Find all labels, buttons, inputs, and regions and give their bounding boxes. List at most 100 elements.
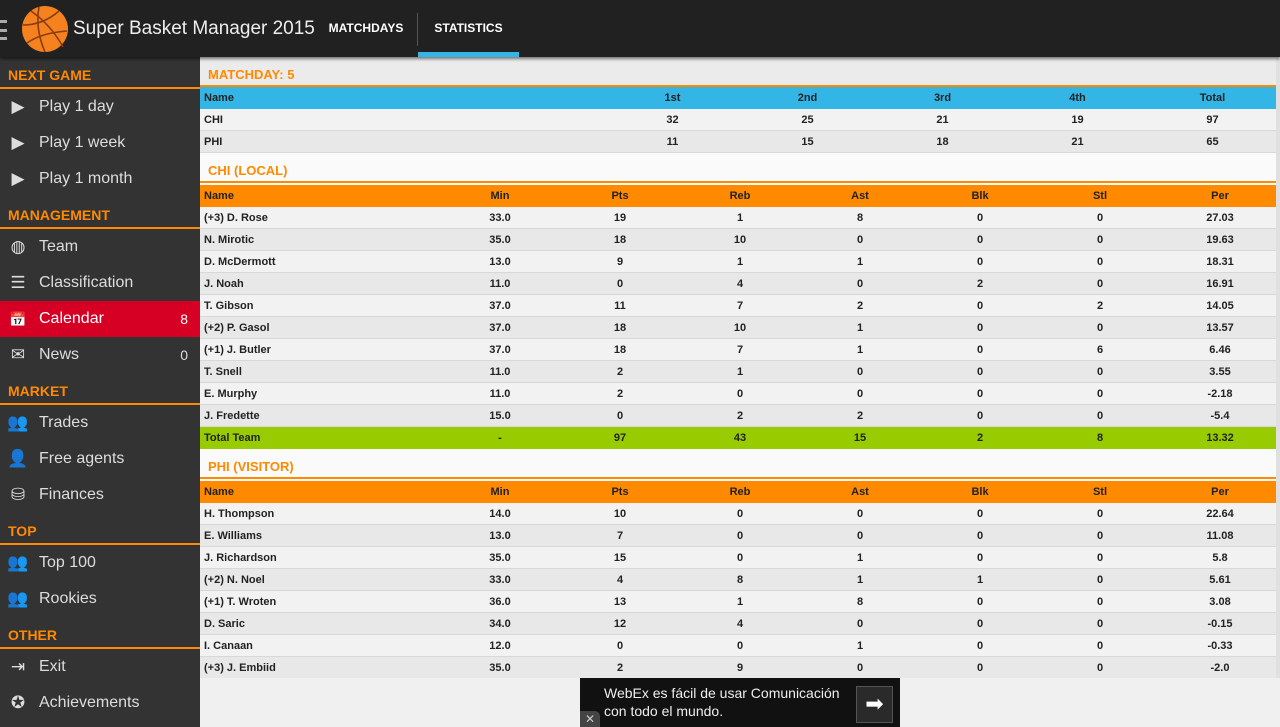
table-cell: 5.61 xyxy=(1209,573,1231,586)
table-cell: 36.0 xyxy=(489,595,511,608)
sidebar-item-top-100[interactable]: 👥 Top 100 xyxy=(0,545,200,581)
table-cell: 97 xyxy=(1206,113,1219,126)
table-row[interactable]: (+2) N. Noel 33.0 4 8 1 1 0 5.61 xyxy=(200,569,1276,591)
sidebar-item-label: Top 100 xyxy=(39,554,96,571)
table-cell: 1 xyxy=(976,573,984,586)
table-row[interactable]: E. Murphy 11.0 2 0 0 0 0 -2.18 xyxy=(200,383,1276,405)
sidebar-item-count: 0 xyxy=(180,347,188,363)
table-cell: 11.0 xyxy=(489,387,511,400)
column-header: 4th xyxy=(1069,92,1086,104)
tab-matchdays[interactable]: MATCHDAYS xyxy=(318,0,414,57)
table-row[interactable]: (+3) J. Embiid 35.0 2 9 0 0 0 -2.0 xyxy=(200,657,1276,678)
table-cell: 2 xyxy=(616,365,624,378)
table-cell: 43 xyxy=(733,432,747,444)
table-row[interactable]: CHI 32 25 21 19 97 xyxy=(200,109,1276,131)
table-cell: 12.0 xyxy=(489,639,511,652)
play-icon: ▶ xyxy=(11,169,25,188)
play-icon: ▶ xyxy=(11,133,25,152)
table-cell: (+2) P. Gasol xyxy=(204,321,270,334)
sidebar-item-classification[interactable]: ☰ Classification xyxy=(0,265,200,301)
sidebar-item-calendar[interactable]: 📅 Calendar 8 xyxy=(0,301,200,337)
ad-arrow-button[interactable]: ➡ xyxy=(856,686,893,723)
table-row[interactable]: I. Canaan 12.0 0 0 1 0 0 -0.33 xyxy=(200,635,1276,657)
sidebar-item-label: Free agents xyxy=(39,450,125,467)
column-header: Per xyxy=(1211,486,1229,498)
table-cell: 10 xyxy=(733,321,747,334)
table-row[interactable]: (+1) T. Wroten 36.0 13 1 8 0 0 3.08 xyxy=(200,591,1276,613)
table-cell: 1 xyxy=(856,343,864,356)
table-row[interactable]: J. Richardson 35.0 15 0 1 0 0 5.8 xyxy=(200,547,1276,569)
table-cell: 0 xyxy=(1096,321,1104,334)
table-cell: 37.0 xyxy=(489,343,511,356)
table-cell: PHI xyxy=(204,135,223,148)
table-cell: 1 xyxy=(736,595,744,608)
table-cell: 13 xyxy=(613,595,627,608)
table-cell: 18 xyxy=(936,135,949,148)
table-cell: 12 xyxy=(613,617,627,630)
table-cell: 0 xyxy=(616,639,624,652)
table-row[interactable]: N. Mirotic 35.0 18 10 0 0 0 19.63 xyxy=(200,229,1276,251)
table-row[interactable]: PHI 11 15 18 21 65 xyxy=(200,131,1276,153)
sidebar-item-finances[interactable]: ⛁ Finances xyxy=(0,477,200,513)
column-header: Per xyxy=(1211,190,1229,202)
table-cell: (+1) T. Wroten xyxy=(204,595,277,608)
table-row[interactable]: D. McDermott 13.0 9 1 1 0 0 18.31 xyxy=(200,251,1276,273)
visitor-stats-table: Name Min Pts Reb Ast Blk Stl Per H. Thompson 14.0… xyxy=(200,481,1276,678)
table-cell: - xyxy=(498,432,502,444)
table-row[interactable]: D. Saric 34.0 12 4 0 0 0 -0.15 xyxy=(200,613,1276,635)
table-row[interactable]: T. Gibson 37.0 11 7 2 0 2 14.05 xyxy=(200,295,1276,317)
menu-icon[interactable] xyxy=(0,20,7,40)
sidebar-item-exit[interactable]: ⇥ Exit xyxy=(0,649,200,685)
table-row[interactable]: (+3) D. Rose 33.0 19 1 8 0 0 27.03 xyxy=(200,207,1276,229)
table-cell: 0 xyxy=(856,277,864,290)
table-cell: 1 xyxy=(856,639,864,652)
sidebar-item-achievements[interactable]: ✪ Achievements xyxy=(0,685,200,721)
sidebar-item-play-1-month[interactable]: ▶ Play 1 month xyxy=(0,161,200,197)
tab-statistics[interactable]: STATISTICS xyxy=(418,0,519,57)
ad-banner[interactable]: WebEx es fácil de usar Comunicación con … xyxy=(580,678,900,727)
table-cell: 6 xyxy=(1096,343,1104,356)
table-cell: 5.8 xyxy=(1212,551,1228,564)
sidebar-item-trades[interactable]: 👥 Trades xyxy=(0,405,200,441)
scrollbar[interactable] xyxy=(1276,57,1280,678)
users-icon: 👥 xyxy=(7,413,29,432)
sidebar: NEXT GAME ▶ Play 1 day ▶ Play 1 week ▶ Play 1 … xyxy=(0,57,200,727)
sidebar-item-play-1-day[interactable]: ▶ Play 1 day xyxy=(0,89,200,125)
ad-text[interactable]: WebEx es fácil de usar Comunicación con … xyxy=(604,684,854,720)
table-row[interactable]: H. Thompson 14.0 10 0 0 0 0 22.64 xyxy=(200,503,1276,525)
sidebar-item-label: Exit xyxy=(39,658,66,675)
table-row[interactable]: J. Fredette 15.0 0 2 2 0 0 -5.4 xyxy=(200,405,1276,427)
table-row[interactable]: E. Williams 13.0 7 0 0 0 0 11.08 xyxy=(200,525,1276,547)
sidebar-item-news[interactable]: ✉ News 0 xyxy=(0,337,200,373)
calendar-icon: 📅 xyxy=(9,310,27,327)
table-cell: 27.03 xyxy=(1206,211,1234,224)
table-row[interactable]: (+2) P. Gasol 37.0 18 10 1 0 0 13.57 xyxy=(200,317,1276,339)
table-cell: 2 xyxy=(616,387,624,400)
table-cell: 10 xyxy=(733,233,747,246)
sidebar-item-play-1-week[interactable]: ▶ Play 1 week xyxy=(0,125,200,161)
table-cell: 0 xyxy=(976,595,984,608)
table-row[interactable]: J. Noah 11.0 0 4 0 2 0 16.91 xyxy=(200,273,1276,295)
table-cell: 0 xyxy=(616,409,624,422)
table-cell: 0 xyxy=(1096,617,1104,630)
column-header: Blk xyxy=(971,190,989,202)
table-cell: 0 xyxy=(1096,387,1104,400)
sidebar-item-label: Team xyxy=(39,238,79,255)
table-row[interactable]: T. Snell 11.0 2 1 0 0 0 3.55 xyxy=(200,361,1276,383)
sidebar-item-team[interactable]: ◍ Team xyxy=(0,229,200,265)
table-cell: 7 xyxy=(736,299,744,312)
local-stats-table: Name Min Pts Reb Ast Blk Stl Per (+3) D. Rose 33.… xyxy=(200,185,1276,449)
table-cell: 0 xyxy=(1096,255,1104,268)
table-cell: 0 xyxy=(1096,409,1104,422)
table-cell: 14.0 xyxy=(489,507,511,520)
ad-close-button[interactable]: ✕ xyxy=(580,711,600,727)
table-cell: 10 xyxy=(613,507,627,520)
table-cell: 37.0 xyxy=(489,321,511,334)
statistics-content[interactable]: MATCHDAY: 5 Name 1st 2nd 3rd 4th Total CHI 32 25… xyxy=(200,57,1276,678)
sidebar-item-free-agents[interactable]: 👤 Free agents xyxy=(0,441,200,477)
table-header: Name Min Pts Reb Ast Blk Stl Per xyxy=(200,481,1276,503)
table-cell: 0 xyxy=(976,507,984,520)
sidebar-item-rookies[interactable]: 👥 Rookies xyxy=(0,581,200,617)
table-row[interactable]: (+1) J. Butler 37.0 18 7 1 0 6 6.46 xyxy=(200,339,1276,361)
matchday-title: MATCHDAY: 5 xyxy=(200,57,1276,87)
